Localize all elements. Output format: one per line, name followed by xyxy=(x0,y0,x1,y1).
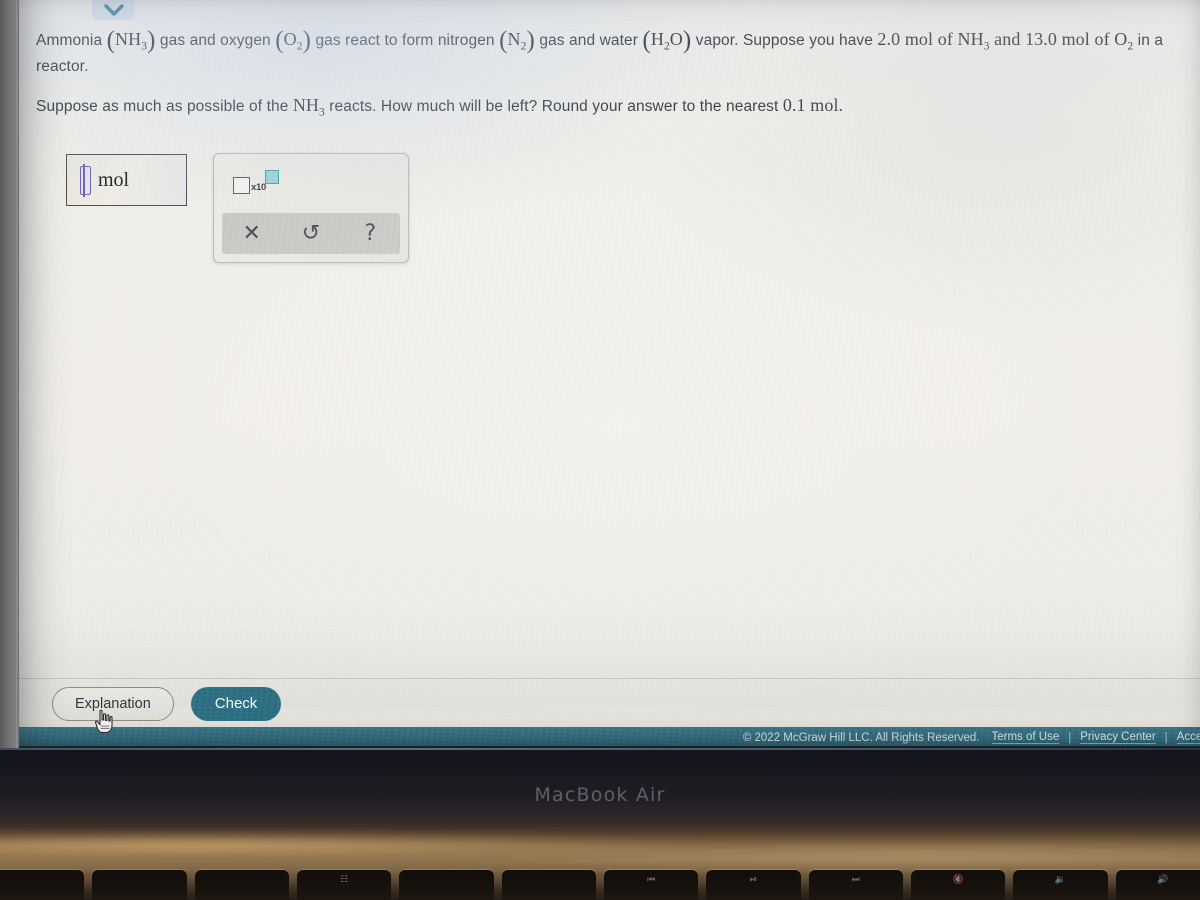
keyboard-key[interactable] xyxy=(194,870,289,900)
help-button[interactable]: ? xyxy=(348,217,392,251)
keyboard-key[interactable] xyxy=(399,870,494,900)
times-ten-label: x10 xyxy=(251,182,266,193)
paren-close: ) xyxy=(526,27,535,54)
laptop-photo: Ammonia (NH3) gas and oxygen (O2) gas re… xyxy=(0,0,1200,900)
amount-oxygen: 13.0 xyxy=(1025,29,1057,49)
text-seg: reacts. How much will be left? Round you… xyxy=(324,98,783,115)
problem-statement-paragraph-1: Ammonia (NH3) gas and oxygen (O2) gas re… xyxy=(36,26,1200,88)
math-tool-palette: x10 ✕ ↺ ? xyxy=(213,153,409,263)
terms-of-use-link[interactable]: Terms of Use xyxy=(991,731,1060,744)
key-glyph: ⏭ xyxy=(851,875,860,885)
mouse-cursor-hand-icon xyxy=(93,709,115,740)
accessibility-link[interactable]: Acces xyxy=(1176,731,1200,744)
keyboard-function-row: ☷ ⏮ ⏯ ⏭ 🔇 🔉 🔊 xyxy=(0,870,1200,900)
exponent-placeholder-icon xyxy=(264,170,279,184)
answer-unit-label: mol xyxy=(98,168,130,191)
laptop-hinge-edge xyxy=(0,748,1200,750)
scientific-notation-button[interactable]: x10 xyxy=(233,170,279,196)
chevron-down-icon xyxy=(103,3,125,17)
paren-close: ) xyxy=(682,27,692,54)
copyright-text: © 2022 McGraw Hill LLC. All Rights Reser… xyxy=(742,731,980,744)
laptop-lower-body: MacBook Air ☷ ⏮ ⏯ ⏭ 🔇 🔉 🔊 xyxy=(0,748,1200,900)
key-glyph: ⏯ xyxy=(749,875,758,885)
formula-oxygen: O2 xyxy=(283,29,303,53)
clear-button[interactable]: ✕ xyxy=(230,217,274,251)
keyboard-key[interactable]: 🔉 xyxy=(1013,870,1108,900)
screen-left-bezel xyxy=(0,0,19,748)
keyboard-key[interactable] xyxy=(92,870,187,900)
text-seg: mol of xyxy=(1056,29,1115,49)
problem-statement-paragraph-2: Suppose as much as possible of the NH3 r… xyxy=(36,92,1200,128)
paren-open: ( xyxy=(642,27,651,54)
answer-caret-placeholder[interactable] xyxy=(80,163,91,197)
mantissa-placeholder-icon xyxy=(233,177,250,194)
undo-button[interactable]: ↺ xyxy=(289,217,333,251)
keyboard-key[interactable]: 🔊 xyxy=(1115,870,1200,900)
formula-water: H2O xyxy=(650,29,683,53)
text-seg: gas and oxygen xyxy=(155,32,276,49)
text-seg: Ammonia xyxy=(36,32,107,49)
key-glyph: 🔇 xyxy=(952,875,964,885)
macbook-air-bezel-label: MacBook Air xyxy=(534,784,666,806)
text-seg: gas and water xyxy=(534,32,643,49)
keyboard-key[interactable]: ⏮ xyxy=(603,870,699,900)
page-footer: © 2022 McGraw Hill LLC. All Rights Reser… xyxy=(19,727,1200,748)
tool-button-bar: ✕ ↺ ? xyxy=(222,213,400,254)
formula-oxygen-2: O2 xyxy=(1114,29,1134,53)
collapse-chevron-button[interactable] xyxy=(92,0,135,20)
text-seg: mol. xyxy=(805,95,844,115)
formula-nitrogen: N2 xyxy=(507,29,527,53)
keyboard-key[interactable]: 🔇 xyxy=(910,870,1006,900)
paren-open: ( xyxy=(275,27,284,54)
formula-ammonia-3: NH3 xyxy=(292,95,325,119)
key-glyph: ☷ xyxy=(340,875,349,885)
action-bar: Explanation Check xyxy=(19,679,1200,728)
paren-open: ( xyxy=(499,27,508,54)
text-seg: Suppose as much as possible of the xyxy=(36,98,293,115)
paren-open: ( xyxy=(106,27,116,54)
key-glyph: ⏮ xyxy=(647,875,656,885)
screen-bottom-edge xyxy=(19,746,1200,748)
paren-close: ) xyxy=(302,27,312,54)
body-light-reflection-2 xyxy=(420,840,1200,870)
key-glyph: 🔉 xyxy=(1054,875,1067,885)
text-seg: mol of xyxy=(900,29,958,49)
formula-ammonia-2: NH3 xyxy=(957,29,990,53)
key-glyph: 🔊 xyxy=(1157,875,1169,885)
formula-ammonia: NH3 xyxy=(115,29,148,53)
amount-ammonia: 2.0 xyxy=(877,29,901,49)
footer-separator: | xyxy=(1164,731,1168,744)
laptop-screen: Ammonia (NH3) gas and oxygen (O2) gas re… xyxy=(19,0,1200,748)
keyboard-key[interactable]: ⏯ xyxy=(706,870,801,900)
webpage-content: Ammonia (NH3) gas and oxygen (O2) gas re… xyxy=(19,0,1200,748)
privacy-center-link[interactable]: Privacy Center xyxy=(1080,731,1156,744)
check-button[interactable]: Check xyxy=(190,686,282,721)
text-seg: gas react to form nitrogen xyxy=(311,32,500,49)
keyboard-key[interactable] xyxy=(0,870,85,900)
rounding-precision: 0.1 xyxy=(782,95,806,115)
footer-separator: | xyxy=(1068,731,1072,744)
keyboard-key[interactable] xyxy=(501,870,596,900)
text-seg: vapor. Suppose you have xyxy=(691,32,878,49)
keyboard-key[interactable]: ⏭ xyxy=(808,870,903,900)
paren-close: ) xyxy=(147,27,156,54)
answer-input-box[interactable]: mol xyxy=(66,154,187,206)
text-seg: and xyxy=(989,29,1026,49)
keyboard-key[interactable]: ☷ xyxy=(296,870,392,900)
